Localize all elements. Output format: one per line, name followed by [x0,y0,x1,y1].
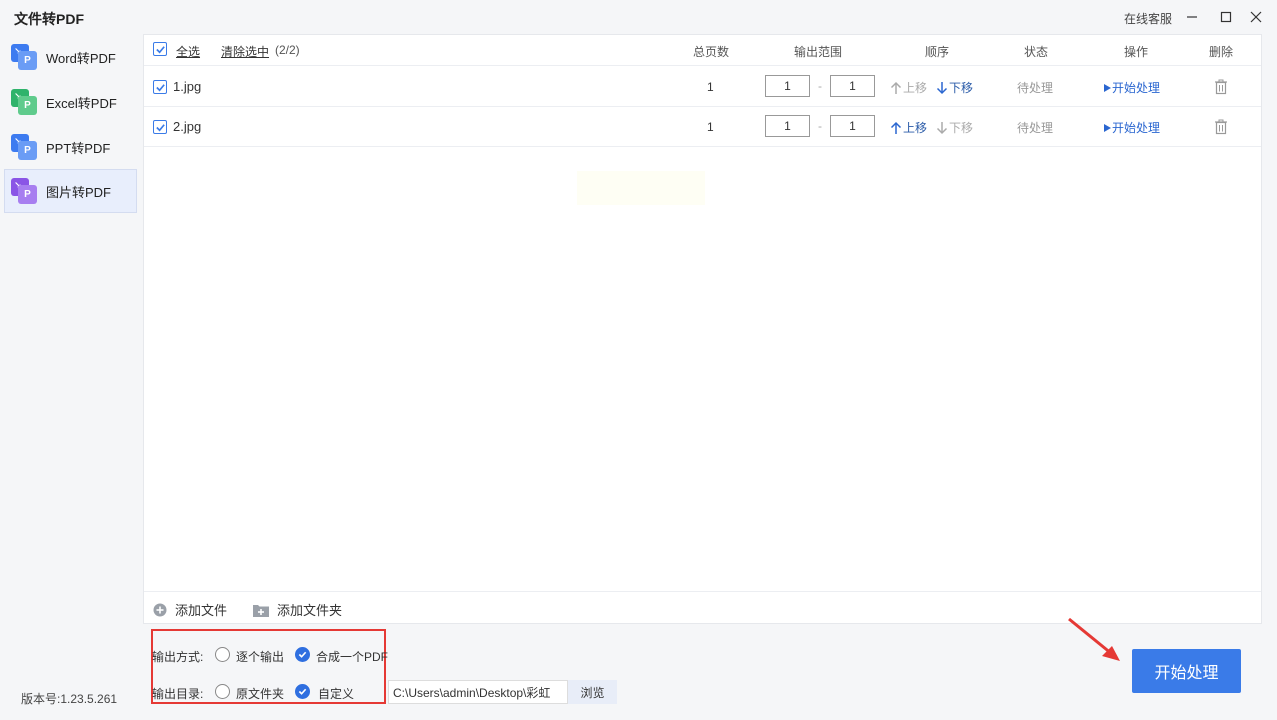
range-to-input[interactable] [830,115,875,137]
row-start-label: 开始处理 [1112,121,1161,135]
move-up-button[interactable]: 上移 [890,119,927,136]
range-separator: - [818,79,822,93]
radio-custom-folder-label: 自定义 [318,687,355,701]
file-name: 1.jpg [173,79,202,94]
play-icon [1104,83,1111,92]
sidebar-item-label: 图片转PDF [46,184,112,200]
online-support-link[interactable]: 在线客服 [1124,10,1172,27]
radio-original-folder-label: 原文件夹 [236,687,285,701]
status-text: 待处理 [1017,81,1054,95]
check-icon [298,688,307,695]
selection-count: (2/2) [275,43,300,57]
close-icon [1250,11,1262,23]
move-down-button[interactable]: 下移 [936,119,973,136]
folder-plus-icon [253,604,269,617]
radio-merge-pdf-label: 合成一个PDF [316,650,389,664]
arrow-down-icon [936,81,948,94]
select-all-checkbox[interactable] [153,42,167,56]
table-row: 1.jpg 1 - 上移 下移 待处理 开始处理 [144,67,1261,107]
radio-individual-output[interactable] [215,647,230,662]
minimize-icon [1187,16,1197,18]
output-dir-label: 输出目录: [152,687,204,701]
arrow-up-icon [890,121,902,134]
start-processing-button[interactable]: 开始处理 [1132,649,1241,693]
output-path-input[interactable] [388,680,568,704]
maximize-icon [1220,11,1232,23]
add-folder-label: 添加文件夹 [277,603,343,618]
row-start-label: 开始处理 [1112,81,1161,95]
table-row: 2.jpg 1 - 上移 下移 待处理 开始处理 [144,107,1261,147]
column-header-pages: 总页数 [693,45,730,59]
row-start-button[interactable]: 开始处理 [1103,119,1160,136]
column-header-range: 输出范围 [794,45,843,59]
select-all-link[interactable]: 全选 [176,43,200,60]
move-down-label: 下移 [949,121,974,135]
range-to-input[interactable] [830,75,875,97]
row-checkbox[interactable] [153,80,167,94]
word-pdf-icon: ↘ P [11,44,37,70]
move-down-button[interactable]: 下移 [936,79,973,96]
move-up-label: 上移 [903,81,928,95]
plus-circle-icon [153,603,167,616]
maximize-button[interactable] [1215,6,1237,28]
row-start-button[interactable]: 开始处理 [1103,79,1160,96]
move-down-label: 下移 [949,81,974,95]
file-list-panel: 全选 清除选中 (2/2) 总页数 输出范围 顺序 状态 操作 删除 1.jpg… [143,34,1262,624]
title-bar: 文件转PDF 在线客服 [0,0,1277,34]
file-name: 2.jpg [173,119,202,134]
browse-button[interactable]: 浏览 [568,680,617,704]
status-text: 待处理 [1017,121,1054,135]
column-header-delete: 删除 [1209,45,1234,59]
column-header-order: 顺序 [925,45,950,59]
arrow-down-icon [936,121,948,134]
radio-original-folder[interactable] [215,684,230,699]
column-header-status: 状态 [1024,45,1049,59]
image-pdf-icon: ↘ P [11,178,37,204]
row-checkbox[interactable] [153,120,167,134]
check-icon [155,83,165,91]
check-icon [155,45,165,53]
check-icon [155,123,165,131]
add-file-button[interactable]: 添加文件 [153,600,227,619]
move-up-button[interactable]: 上移 [890,79,927,96]
arrow-up-icon [890,81,902,94]
ppt-pdf-icon: ↘ P [11,134,37,160]
check-icon [298,651,307,658]
add-file-label: 添加文件 [175,603,228,618]
excel-pdf-icon: ↘ P [11,89,37,115]
sidebar-item-excel-pdf[interactable]: ↘ P Excel转PDF [4,80,137,124]
radio-custom-folder[interactable] [295,684,310,699]
move-up-label: 上移 [903,121,928,135]
red-arrow-annotation [1068,617,1120,661]
range-from-input[interactable] [765,75,810,97]
close-button[interactable] [1245,6,1267,28]
sidebar-item-ppt-pdf[interactable]: ↘ P PPT转PDF [4,125,137,169]
sidebar-item-label: Word转PDF [46,50,116,66]
range-separator: - [818,119,822,133]
faint-watermark [577,171,705,205]
minimize-button[interactable] [1181,6,1203,28]
page-count: 1 [707,80,714,94]
column-header-action: 操作 [1124,45,1149,59]
sidebar: ↘ P Word转PDF ↘ P Excel转PDF ↘ P PPT转PDF ↘… [0,34,140,720]
table-header: 全选 清除选中 (2/2) 总页数 输出范围 顺序 状态 操作 删除 [144,35,1261,66]
clear-selection-link[interactable]: 清除选中 [221,43,269,60]
radio-merge-pdf[interactable] [295,647,310,662]
page-count: 1 [707,120,714,134]
output-mode-label: 输出方式: [152,650,204,664]
play-icon [1104,123,1111,132]
sidebar-item-label: Excel转PDF [46,95,117,111]
version-label: 版本号:1.23.5.261 [21,692,118,706]
radio-individual-output-label: 逐个输出 [236,650,285,664]
trash-icon[interactable] [1214,79,1228,95]
range-from-input[interactable] [765,115,810,137]
sidebar-item-word-pdf[interactable]: ↘ P Word转PDF [4,35,137,79]
sidebar-item-label: PPT转PDF [46,140,111,156]
sidebar-item-image-pdf[interactable]: ↘ P 图片转PDF [4,169,137,213]
app-title: 文件转PDF [14,11,84,27]
trash-icon[interactable] [1214,119,1228,135]
add-folder-button[interactable]: 添加文件夹 [253,600,342,619]
